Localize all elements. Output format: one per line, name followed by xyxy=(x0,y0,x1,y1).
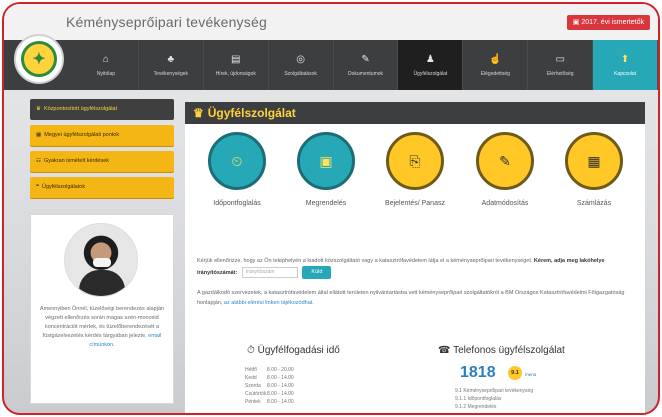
nav-item-home[interactable]: ⌂ Nyitólap xyxy=(74,40,139,90)
phone-number[interactable]: 1818 xyxy=(460,364,496,382)
grid-icon: ▦ xyxy=(36,132,42,138)
avatar xyxy=(64,223,138,297)
providers-paragraph: A gazdálkodó szervezetek, a katasztrófav… xyxy=(197,290,625,306)
menu-label: menü xyxy=(525,372,537,377)
news-icon: ▤ xyxy=(231,53,241,65)
top-bar: Kéményseprőipari tevékenység ▣ 2017. évi… xyxy=(4,4,658,40)
info-card-text: Amennyiben Önnél, tüzelőségi berendezés … xyxy=(39,306,165,348)
pencil-icon: ✎ xyxy=(476,132,534,190)
page-frame: Kéményseprőipari tevékenység ▣ 2017. évi… xyxy=(2,2,660,415)
sidebar: ♛ Központosított ügyfélszolgálat ▦ Megyei … xyxy=(30,99,174,404)
contact-icon: ▭ xyxy=(555,53,565,65)
logo-emblem-icon: ✦ xyxy=(21,41,57,77)
info-card: Amennyiben Önnél, tüzelőségi berendezés … xyxy=(30,214,174,404)
hours-row: Csütörtök8.00 - 14.00 xyxy=(245,391,294,397)
hours-row: Hétfő 8.00 - 20.00 xyxy=(245,367,294,373)
service-order[interactable]: ▣ Megrendelés xyxy=(286,132,366,208)
sidebar-item-county-points[interactable]: ▦ Megyei ügyfélszolgálati pontok xyxy=(30,125,174,146)
site-logo[interactable]: ✦ xyxy=(14,34,64,84)
phone-icon: ☎ xyxy=(438,345,451,356)
nav-item-services[interactable]: ◎ Szolgáltatások xyxy=(269,40,334,90)
nav-item-satisfaction[interactable]: ☝ Elégedettség xyxy=(463,40,529,90)
clock-icon: ⏱ xyxy=(247,345,255,356)
home-icon: ⌂ xyxy=(102,53,109,65)
nav-item-news[interactable]: ▤ Hírek, újdonságok xyxy=(204,40,269,90)
hours-row: Péntek 8.00 - 14.00 xyxy=(245,399,294,405)
phone-menu-list: 9.1 Kéményseprőipari tevékenység 9.1.1 I… xyxy=(455,387,533,411)
send-button[interactable]: Küld xyxy=(302,266,332,279)
service-data-change[interactable]: ✎ Adatmódosítás xyxy=(465,132,545,208)
zip-check-paragraph: Kérjük ellenőrizze, hogy az Ön telephely… xyxy=(197,256,637,279)
calculator-icon: ▦ xyxy=(565,132,623,190)
sidebar-item-central-service[interactable]: ♛ Központosított ügyfélszolgálat xyxy=(30,99,174,120)
clock-icon: ⏲ xyxy=(208,132,266,190)
hours-row: Kedd 8.00 - 14.00 xyxy=(245,375,294,381)
main-nav: ⌂ Nyitólap ♣ Tevékenységek ▤ Hírek, újdonsá… xyxy=(4,40,658,90)
calendar-icon: ▣ xyxy=(297,132,355,190)
service-icon: ◎ xyxy=(296,53,305,65)
document-icon: ✎ xyxy=(361,53,370,65)
hours-list: Hétfő 8.00 - 20.00 Kedd 8.00 - 14.00 Szerd… xyxy=(245,366,294,406)
arrow-up-icon: ⬆ xyxy=(620,53,630,65)
sitemap-icon: ♣ xyxy=(167,53,175,65)
service-billing[interactable]: ▦ Számlázás xyxy=(554,132,634,208)
hours-title: ⏱ Ügyfélfogadási idő xyxy=(247,345,340,356)
zip-input[interactable]: Irányítószám xyxy=(241,267,298,278)
sidebar-item-faq[interactable]: ☷ Gyakran ismételt kérdések xyxy=(30,151,174,172)
nav-item-activities[interactable]: ♣ Tevékenységek xyxy=(139,40,204,90)
site-title: Kéményseprőipari tevékenység xyxy=(66,14,267,30)
user-icon: ♟ xyxy=(425,53,435,65)
quote-icon: ❝ xyxy=(36,184,39,190)
nav-item-customer-service[interactable]: ♟ Ügyfélszolgálat xyxy=(398,40,464,90)
thumbs-up-icon: ☝ xyxy=(489,53,502,65)
list-item: 9.1 Kéményseprőipari tevékenység xyxy=(455,388,534,394)
users-icon: ♛ xyxy=(36,106,41,112)
nav-item-documents[interactable]: ✎ Dokumentumok xyxy=(334,40,399,90)
announcement-badge[interactable]: ▣ 2017. évi ismertetők xyxy=(566,15,650,30)
providers-link[interactable]: az alábbi elérési linken tájékozódhat. xyxy=(224,300,314,306)
service-appointment[interactable]: ⏲ Időpontfoglalás xyxy=(197,132,277,208)
list-item: 9.1.1 Időpontfoglalás xyxy=(455,396,502,402)
page-title: ♛ Ügyfélszolgálat xyxy=(185,102,645,124)
service-complaint[interactable]: ⎘ Bejelentés/ Panasz xyxy=(375,132,455,208)
list-item: 9.1.2 Megrendelés xyxy=(455,404,497,410)
menu-badge: 9.1 xyxy=(508,366,522,380)
hours-row: Szerda 8.00 - 14.00 xyxy=(245,383,294,389)
nav-item-contacts[interactable]: ▭ Elérhetőség xyxy=(528,40,594,90)
users-icon: ♛ xyxy=(193,106,204,120)
nav-item-connection[interactable]: ⬆ Kapcsolat xyxy=(593,40,658,90)
copy-icon: ⎘ xyxy=(386,132,444,190)
main-content: ♛ Ügyfélszolgálat ⏲ Időpontfoglalás ▣ Meg… xyxy=(185,102,645,413)
list-icon: ☷ xyxy=(36,158,41,164)
phone-title: ☎ Telefonos ügyfélszolgálat xyxy=(438,345,565,356)
service-circles: ⏲ Időpontfoglalás ▣ Megrendelés ⎘ Bejele… xyxy=(185,124,645,234)
sidebar-item-offices[interactable]: ❝ Ügyfélszolgálatok xyxy=(30,177,174,198)
